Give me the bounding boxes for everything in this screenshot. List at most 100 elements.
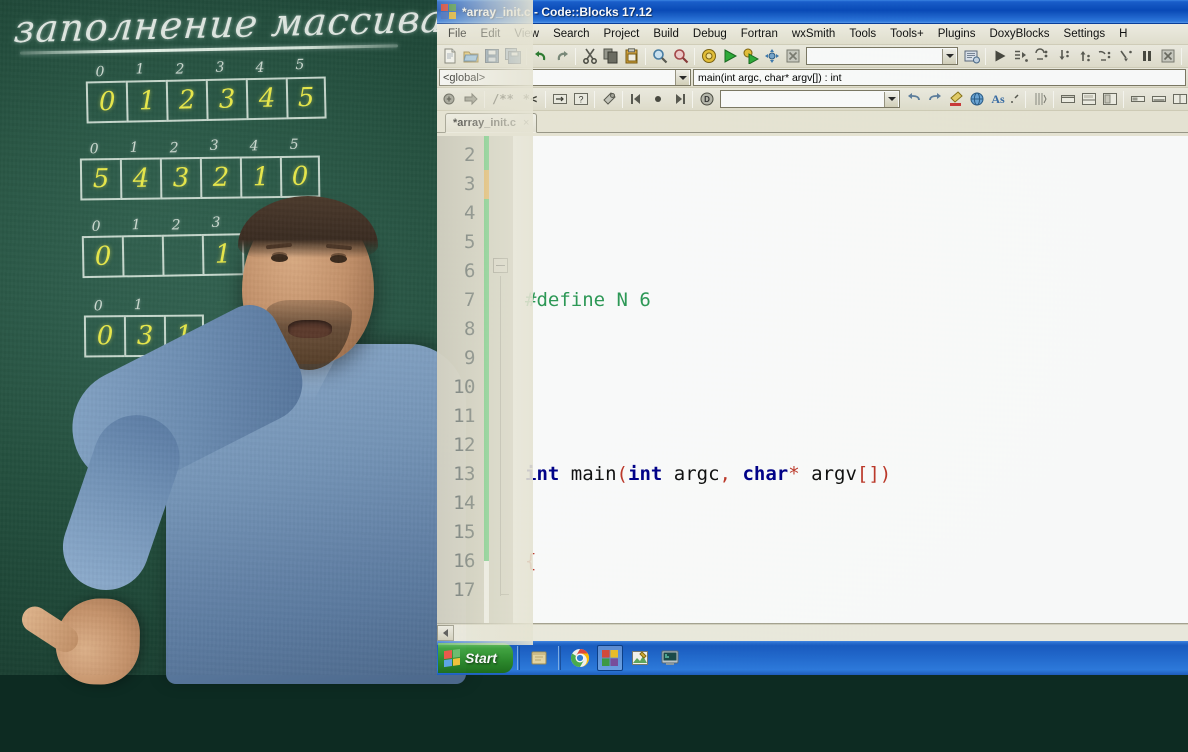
- break-debugger-icon[interactable]: [1136, 46, 1157, 66]
- new-file-icon[interactable]: [439, 46, 460, 66]
- quicklaunch-separator: [557, 646, 561, 670]
- select-target-icon[interactable]: [961, 46, 982, 66]
- forward-icon[interactable]: [924, 89, 945, 109]
- menu-search[interactable]: Search: [546, 26, 596, 42]
- step-into-instruction-icon[interactable]: [1115, 46, 1136, 66]
- code-text-area[interactable]: #define N 6 int main(int argc, char* arg…: [513, 136, 1188, 623]
- chrome-icon[interactable]: [567, 645, 593, 671]
- codeblocks-taskbar-icon[interactable]: [596, 645, 623, 671]
- quicklaunch-separator: [516, 646, 520, 670]
- build-target-combo[interactable]: [806, 47, 958, 65]
- code-folding-margin[interactable]: [489, 136, 513, 623]
- replace-icon[interactable]: [670, 46, 691, 66]
- line-number: 13: [453, 463, 475, 485]
- menu-help[interactable]: H: [1112, 26, 1134, 42]
- function-combo[interactable]: main(int argc, char* argv[]) : int: [693, 69, 1186, 86]
- find-icon[interactable]: [649, 46, 670, 66]
- undo-icon[interactable]: [530, 46, 551, 66]
- fold-line: [500, 276, 501, 596]
- open-file-icon[interactable]: [460, 46, 481, 66]
- build-icon[interactable]: [698, 46, 719, 66]
- scope-combo[interactable]: <global>: [439, 69, 691, 86]
- threads-icon[interactable]: [1029, 89, 1050, 109]
- run-to-cursor-icon[interactable]: [1094, 46, 1115, 66]
- highlight-icon[interactable]: [945, 89, 966, 109]
- help-icon[interactable]: ?: [570, 89, 591, 109]
- layout-3-icon[interactable]: [1169, 89, 1188, 109]
- doxyblocks-run-icon[interactable]: [439, 89, 460, 109]
- console-icon[interactable]: [657, 645, 683, 671]
- rebuild-icon[interactable]: [761, 46, 782, 66]
- menu-settings[interactable]: Settings: [1057, 26, 1113, 42]
- abort-build-icon[interactable]: [782, 46, 803, 66]
- line-number: 8: [464, 318, 475, 340]
- toolbar-separator: [1181, 47, 1182, 65]
- run-icon[interactable]: [719, 46, 740, 66]
- menu-tools[interactable]: Tools: [842, 26, 883, 42]
- menu-debug[interactable]: Debug: [686, 26, 734, 42]
- fortran-icon[interactable]: D: [696, 89, 717, 109]
- abbrev-icon[interactable]: As: [987, 89, 1008, 109]
- index-label: 1: [129, 139, 139, 156]
- fortran-search-combo[interactable]: [720, 90, 900, 108]
- chevron-down-icon[interactable]: [884, 91, 898, 107]
- show-desktop-icon[interactable]: [526, 645, 552, 671]
- scrollbar-track[interactable]: [454, 624, 1188, 641]
- window-titlebar[interactable]: *array_init.c - Code::Blocks 17.12: [437, 0, 1188, 24]
- menu-plugins[interactable]: Plugins: [931, 26, 983, 42]
- menu-tools-plus[interactable]: Tools+: [883, 26, 931, 42]
- doxyblocks-extract-icon[interactable]: [460, 89, 481, 109]
- array-row-3: 0 1 2 3 4 5 0 1 0: [81, 213, 323, 279]
- panel-2-icon[interactable]: [1078, 89, 1099, 109]
- step-out-icon[interactable]: [1073, 46, 1094, 66]
- doxyblocks-block-comment-icon[interactable]: *<: [518, 89, 542, 109]
- menu-edit[interactable]: Edit: [474, 26, 508, 42]
- panel-1-icon[interactable]: [1057, 89, 1078, 109]
- start-button[interactable]: Start: [438, 643, 513, 673]
- next-bookmark-icon[interactable]: [668, 89, 689, 109]
- paint-icon[interactable]: [627, 645, 653, 671]
- menu-doxyblocks[interactable]: DoxyBlocks: [982, 26, 1056, 42]
- layout-1-icon[interactable]: [1127, 89, 1148, 109]
- close-icon[interactable]: ×: [523, 117, 529, 129]
- redo-icon[interactable]: [551, 46, 572, 66]
- chevron-down-icon[interactable]: [675, 70, 689, 85]
- menu-file[interactable]: File: [441, 26, 474, 42]
- menu-view[interactable]: View: [507, 26, 546, 42]
- menu-fortran[interactable]: Fortran: [734, 26, 785, 42]
- index-label: 4: [251, 214, 261, 232]
- fold-toggle-icon[interactable]: [493, 258, 508, 273]
- stop-debugger-icon[interactable]: [1157, 46, 1178, 66]
- debug-continue-icon[interactable]: [989, 46, 1010, 66]
- doxyblocks-comment-icon[interactable]: /**: [488, 89, 518, 109]
- copy-icon[interactable]: [600, 46, 621, 66]
- save-all-icon[interactable]: [502, 46, 523, 66]
- step-into-icon[interactable]: [1052, 46, 1073, 66]
- editor-horizontal-scrollbar[interactable]: [437, 623, 1188, 641]
- scroll-left-button[interactable]: [437, 624, 454, 641]
- paste-icon[interactable]: [621, 46, 642, 66]
- source-editor[interactable]: 2 3 4 5 6 7 8 9 10 11 12 13 14 15 16 17: [437, 136, 1188, 623]
- layout-2-icon[interactable]: [1148, 89, 1169, 109]
- menu-project[interactable]: Project: [597, 26, 647, 42]
- globe-icon[interactable]: [966, 89, 987, 109]
- menu-build[interactable]: Build: [646, 26, 686, 42]
- prev-bookmark-icon[interactable]: [626, 89, 647, 109]
- toggle-bookmark-icon[interactable]: [647, 89, 668, 109]
- save-icon[interactable]: [481, 46, 502, 66]
- build-and-run-icon[interactable]: [740, 46, 761, 66]
- configure-icon[interactable]: [598, 89, 619, 109]
- chevron-down-icon[interactable]: [942, 48, 956, 64]
- next-instruction-icon[interactable]: [1031, 46, 1052, 66]
- next-line-icon[interactable]: [1010, 46, 1031, 66]
- index-label: 3: [211, 214, 221, 231]
- panel-3-icon[interactable]: [1099, 89, 1120, 109]
- wrap-icon[interactable]: [549, 89, 570, 109]
- line-number: 5: [464, 231, 475, 253]
- back-icon[interactable]: [903, 89, 924, 109]
- cut-icon[interactable]: [579, 46, 600, 66]
- small-dot-icon[interactable]: [1008, 89, 1022, 109]
- tab-array-init-c[interactable]: *array_init.c ×: [445, 113, 538, 133]
- array-cell: 1: [125, 79, 167, 123]
- menu-wxsmith[interactable]: wxSmith: [785, 26, 842, 42]
